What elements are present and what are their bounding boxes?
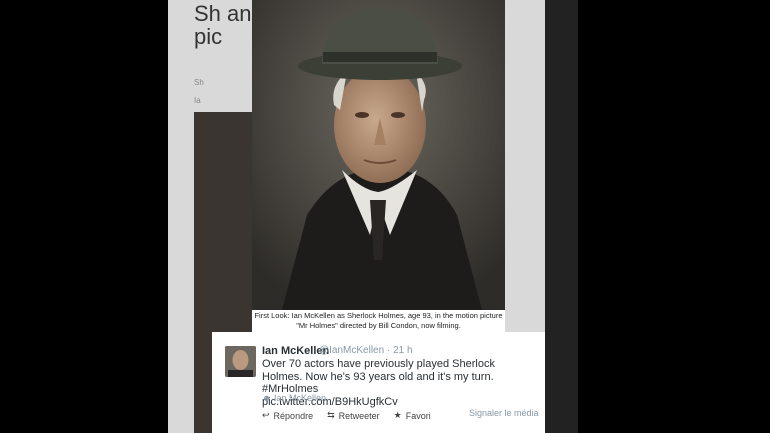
favorite-button[interactable]: ★ Favori [394, 410, 431, 421]
person-icon: ☻ [262, 393, 272, 403]
tweet-actions: ↩ Répondre ⇆ Retweeter ★ Favori [262, 410, 431, 421]
tagged-user[interactable]: ☻ Ian McKellen [262, 393, 326, 403]
background-article-meta: Sh [194, 78, 204, 87]
retweet-button[interactable]: ⇆ Retweeter [327, 410, 380, 421]
photo-caption: First Look: Ian McKellen as Sherlock Hol… [252, 310, 505, 332]
sherlock-portrait-image [252, 0, 505, 310]
background-article-title: Sh an pic [194, 1, 252, 49]
backdrop-strip [545, 0, 578, 433]
reply-button[interactable]: ↩ Répondre [262, 410, 313, 421]
star-icon: ★ [393, 410, 402, 420]
tweet-body: Over 70 actors have previously played Sh… [262, 358, 495, 395]
retweet-icon: ⇆ [327, 410, 335, 420]
tweet-photo[interactable] [252, 0, 505, 310]
reply-label: Répondre [273, 410, 314, 421]
report-media-link[interactable]: Signaler le média [469, 408, 539, 418]
tagged-user-name: Ian McKellen [274, 393, 327, 403]
retweet-label: Retweeter [338, 410, 380, 421]
favorite-label: Favori [405, 410, 431, 421]
reply-icon: ↩ [262, 410, 270, 420]
tweet-handle-time[interactable]: @IanMcKellen · 21 h [319, 345, 413, 356]
avatar[interactable] [225, 346, 256, 377]
tweet-card: Ian McKellen @IanMcKellen · 21 h Over 70… [212, 332, 545, 433]
background-article-author: Ia [194, 96, 201, 105]
